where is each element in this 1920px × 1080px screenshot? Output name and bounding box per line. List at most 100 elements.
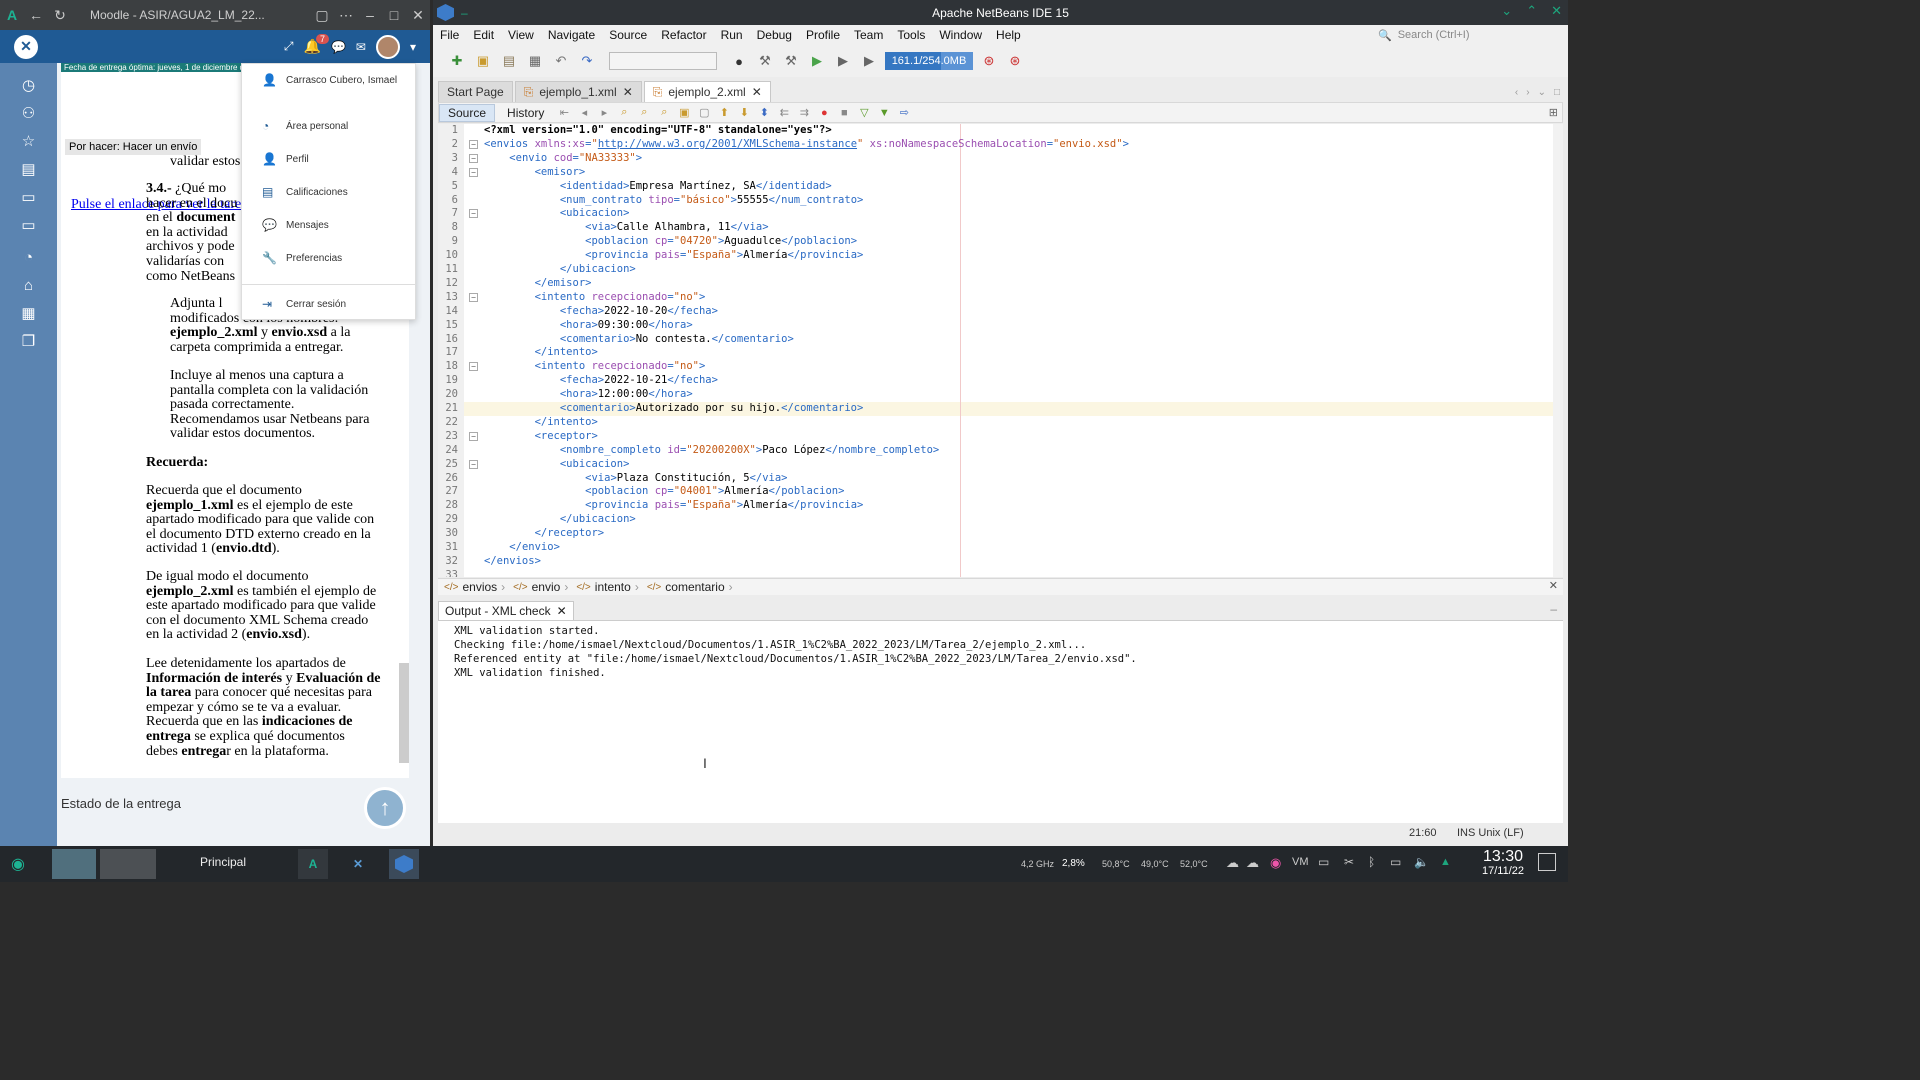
editor-scrollbar[interactable] (1553, 124, 1563, 577)
run-icon[interactable]: ▶ (807, 52, 827, 70)
close-icon[interactable]: ✕ (406, 0, 430, 30)
calendar-icon[interactable]: ▦ (0, 299, 57, 327)
fold-toggle-icon[interactable]: − (469, 292, 478, 302)
minimize-icon[interactable]: ⌄ (1501, 3, 1512, 19)
close-icon[interactable]: ✕ (1551, 3, 1562, 19)
configuration-select[interactable] (609, 52, 717, 70)
folder-open-icon[interactable]: ▭ (0, 211, 57, 239)
tab-ejemplo-1[interactable]: ⎘ ejemplo_1.xml ✕ (514, 81, 642, 102)
users-icon[interactable]: ⚇ (0, 99, 57, 127)
code-line[interactable]: <via>Plaza Constitución, 5</via> (484, 472, 1553, 486)
menu-item-preferencias[interactable]: 🔧 Preferencias (262, 251, 342, 265)
stop-macro-icon[interactable]: ■ (836, 106, 852, 120)
code-line[interactable]: </receptor> (484, 527, 1553, 541)
tab-ejemplo-2[interactable]: ⎘ ejemplo_2.xml ✕ (643, 81, 771, 102)
maximize-icon[interactable]: ⌃ (1526, 3, 1537, 19)
fold-toggle-icon[interactable]: − (469, 459, 478, 469)
fold-toggle-icon[interactable]: − (469, 209, 478, 219)
menu-refactor[interactable]: Refactor (654, 28, 713, 42)
breadcrumb-item[interactable]: </> intento › (576, 580, 639, 594)
tab-close-icon[interactable]: ✕ (557, 604, 567, 618)
terminal-icon[interactable]: ▭ (1318, 855, 1329, 869)
prev-bookmark-icon[interactable]: ⬆ (716, 106, 732, 120)
fold-toggle-icon[interactable]: − (469, 431, 478, 441)
code-line[interactable]: <identidad>Empresa Martínez, SA</identid… (484, 180, 1553, 194)
close-breadcrumb-icon[interactable]: ✕ (1549, 579, 1558, 592)
back-icon[interactable]: ◂ (576, 106, 592, 120)
new-project-icon[interactable]: ▣ (473, 52, 493, 70)
profile-icon[interactable]: ▶ (859, 52, 879, 70)
fold-toggle-icon[interactable]: − (469, 167, 478, 177)
code-line[interactable]: <ubicacion> (484, 207, 1553, 221)
code-line[interactable]: </envio> (484, 541, 1553, 555)
code-editor[interactable]: 1 2 3 4 5 6 7 8 9 10 11 12 13 14 15 16 17 18 19 20 21 22 23 24 2… (438, 124, 1553, 577)
save-all-icon[interactable]: ▦ (525, 52, 545, 70)
breadcrumb-item[interactable]: </> comentario › (647, 580, 733, 594)
scrollbar[interactable] (399, 663, 409, 763)
tray-expand-icon[interactable]: ▲ (1440, 856, 1451, 868)
code-line[interactable]: <hora>12:00:00</hora> (484, 388, 1553, 402)
memory-indicator[interactable]: 161.1/254.0MB (885, 52, 973, 70)
code-line[interactable]: <comentario>No contesta.</comentario> (484, 333, 1553, 347)
book-icon[interactable]: ▤ (0, 155, 57, 183)
last-edit-icon[interactable]: ⇤ (556, 106, 572, 120)
profiler-icon[interactable]: ⊛ (1005, 52, 1025, 70)
menu-navigate[interactable]: Navigate (541, 28, 602, 42)
find-prev-icon[interactable]: ⌕ (636, 106, 652, 120)
app-vscode-icon[interactable]: ✕ (343, 849, 373, 879)
find-next-icon[interactable]: ⌕ (656, 106, 672, 120)
code-line[interactable]: </envios> (484, 555, 1553, 569)
fold-toggle-icon[interactable]: − (469, 362, 478, 372)
code-line[interactable]: <fecha>2022-10-20</fecha> (484, 305, 1553, 319)
menu-tools[interactable]: Tools (890, 28, 932, 42)
code-line[interactable]: </emisor> (484, 277, 1553, 291)
open-project-icon[interactable]: ▤ (499, 52, 519, 70)
volume-icon[interactable]: 🔈 (1414, 855, 1429, 869)
back-icon[interactable]: ← (24, 0, 48, 30)
debug-icon[interactable]: ▶ (833, 52, 853, 70)
menu-view[interactable]: View (501, 28, 541, 42)
cloud-sync-icon[interactable]: ☁ (1246, 855, 1259, 871)
menu-team[interactable]: Team (847, 28, 890, 42)
code-line[interactable]: <intento recepcionado="no"> (484, 291, 1553, 305)
menu-item-area-personal[interactable]: ◔ Área personal (262, 119, 348, 133)
chevron-left-icon[interactable]: ‹ (1515, 87, 1518, 98)
code-line[interactable]: <fecha>2022-10-21</fecha> (484, 374, 1553, 388)
code-line[interactable]: <comentario>Autorizado por su hijo.</com… (484, 402, 1553, 416)
globe-icon[interactable]: ● (729, 52, 749, 70)
messages-icon[interactable]: 💬 (331, 40, 346, 54)
gc-icon[interactable]: ⊛ (979, 52, 999, 70)
code-line[interactable]: <ubicacion> (484, 458, 1553, 472)
start-macro-icon[interactable]: ● (816, 106, 832, 120)
star-icon[interactable]: ☆ (0, 127, 57, 155)
history-tab[interactable]: History (499, 105, 552, 121)
code-line[interactable]: </intento> (484, 346, 1553, 360)
back-to-top-button[interactable]: ↑ (364, 787, 406, 829)
avatar[interactable] (375, 34, 400, 59)
search-box[interactable]: 🔍 Search (Ctrl+I) (1378, 27, 1558, 43)
menu-edit[interactable]: Edit (466, 28, 501, 42)
code-line[interactable]: <poblacion cp="04720">Aguadulce</poblaci… (484, 235, 1553, 249)
activity-name[interactable]: Principal (200, 855, 246, 869)
desktop-1-thumbnail[interactable] (52, 849, 96, 879)
clock[interactable]: 13:30 17/11/22 (1468, 849, 1538, 878)
code-line[interactable]: </ubicacion> (484, 263, 1553, 277)
more-icon[interactable]: ⋯ (334, 0, 358, 30)
home-icon[interactable]: ⌂ (0, 271, 57, 299)
breadcrumb-item[interactable]: </> envios › (444, 580, 505, 594)
maximize-icon[interactable]: □ (1554, 87, 1560, 98)
show-desktop-icon[interactable] (1538, 853, 1556, 871)
menu-profile[interactable]: Profile (799, 28, 847, 42)
menu-help[interactable]: Help (989, 28, 1028, 42)
build-icon[interactable]: ⚒ (755, 52, 775, 70)
new-file-icon[interactable]: ✚ (447, 52, 467, 70)
menu-item-calificaciones[interactable]: ▤ Calificaciones (262, 185, 348, 199)
code-line[interactable]: <receptor> (484, 430, 1553, 444)
vm-icon[interactable]: VM (1292, 856, 1309, 868)
chevron-right-icon[interactable]: › (1526, 87, 1529, 98)
kdeconnect-icon[interactable]: ✂ (1344, 855, 1354, 869)
menu-item-mensajes[interactable]: 💬 Mensajes (262, 218, 329, 232)
menu-item-logout[interactable]: ⇥ Cerrar sesión (262, 297, 346, 311)
next-bookmark-icon[interactable]: ⬇ (736, 106, 752, 120)
undo-icon[interactable]: ↶ (551, 52, 571, 70)
